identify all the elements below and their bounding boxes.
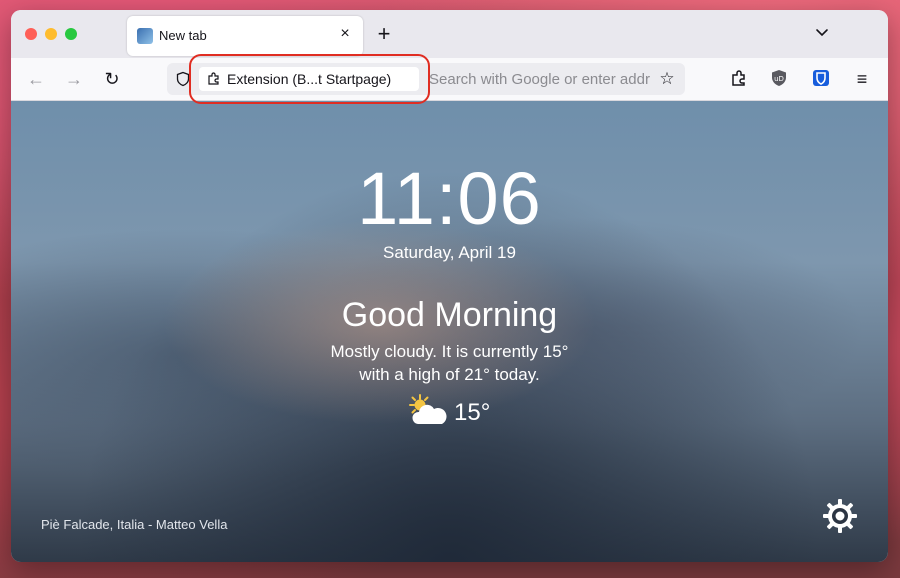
weather-summary-line-1: Mostly cloudy. It is currently 15° <box>330 342 569 361</box>
ublock-origin-icon[interactable]: uD <box>769 68 789 88</box>
tab-close-icon[interactable]: × <box>335 24 355 44</box>
bookmark-star-icon[interactable]: ☆ <box>657 69 677 89</box>
tab-strip: New tab × + <box>11 10 888 58</box>
forward-button[interactable]: → <box>63 68 85 90</box>
svg-text:uD: uD <box>774 75 784 83</box>
new-tab-button[interactable]: + <box>373 23 395 46</box>
weather-summary: Mostly cloudy. It is currently 15° with … <box>11 340 888 386</box>
url-input[interactable] <box>429 69 654 89</box>
back-button[interactable]: ← <box>25 68 47 90</box>
clock: 11:06 <box>357 157 542 240</box>
new-tab-page: 11:06 Saturday, April 19 Good Morning Mo… <box>11 101 888 562</box>
chevron-down-icon <box>816 29 828 37</box>
browser-window: New tab × + ← → ↻ Extension (B...t Start… <box>11 10 888 562</box>
tab-new-tab[interactable]: New tab × <box>127 16 363 56</box>
photo-credit[interactable]: Piè Falcade, Italia - Matteo Vella <box>41 517 227 532</box>
weather-temperature: 15° <box>454 399 491 426</box>
date: Saturday, April 19 <box>383 243 516 262</box>
maximize-window-button[interactable] <box>65 28 77 40</box>
tab-title: New tab <box>159 28 207 43</box>
tab-favicon-icon <box>137 28 153 44</box>
app-menu-button[interactable]: ≡ <box>851 68 873 90</box>
close-window-button[interactable] <box>25 28 37 40</box>
reload-button[interactable]: ↻ <box>101 68 123 90</box>
bitwarden-icon[interactable] <box>811 68 831 88</box>
weather-summary-line-2: with a high of 21° today. <box>359 365 540 384</box>
navigation-toolbar: ← → ↻ Extension (B...t Startpage) ☆ uD <box>11 58 888 101</box>
minimize-window-button[interactable] <box>45 28 57 40</box>
gear-icon[interactable] <box>822 498 858 534</box>
tab-list-button[interactable] <box>812 24 832 44</box>
partly-cloudy-icon <box>409 394 447 424</box>
highlight-annotation <box>189 54 430 104</box>
extensions-puzzle-icon[interactable] <box>729 68 749 88</box>
greeting: Good Morning <box>341 296 558 334</box>
